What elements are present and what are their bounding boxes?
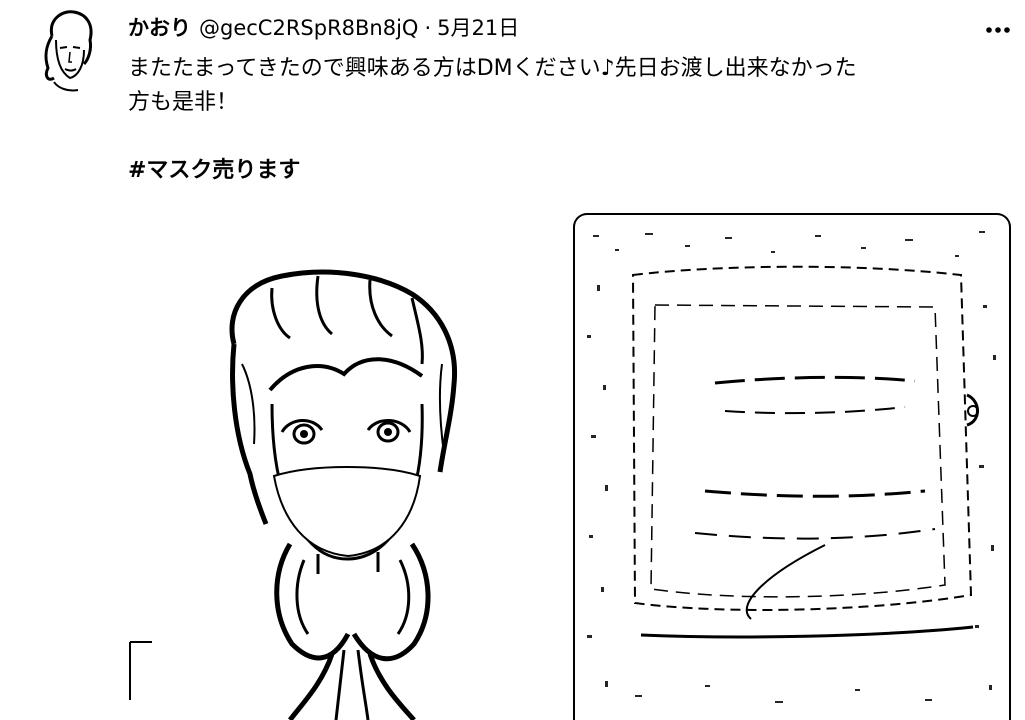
more-horizontal-icon[interactable] bbox=[984, 18, 1012, 38]
tweet-text-line: 方も是非！ bbox=[128, 90, 239, 115]
media-image-person[interactable] bbox=[122, 214, 562, 720]
hashtag-link[interactable]: #マスク売ります bbox=[128, 154, 300, 188]
tweet-text-line: またたまってきたので興味ある方はDMください♪先日お渡し出来なかった bbox=[128, 56, 857, 81]
tweet-date[interactable]: 5月21日 bbox=[437, 12, 519, 44]
user-handle[interactable]: @gecC2RSpR8Bn8jQ bbox=[199, 12, 418, 44]
media-image-mask[interactable] bbox=[573, 213, 1011, 720]
avatar-sketch bbox=[44, 10, 93, 92]
display-name[interactable]: かおり bbox=[128, 12, 191, 44]
tweet-text: またたまってきたので興味ある方はDMください♪先日お渡し出来なかった 方も是非！ bbox=[128, 52, 1018, 120]
separator-dot: · bbox=[424, 16, 432, 40]
avatar[interactable] bbox=[34, 6, 102, 98]
tweet-header: かおり @gecC2RSpR8Bn8jQ · 5月21日 bbox=[128, 12, 519, 44]
